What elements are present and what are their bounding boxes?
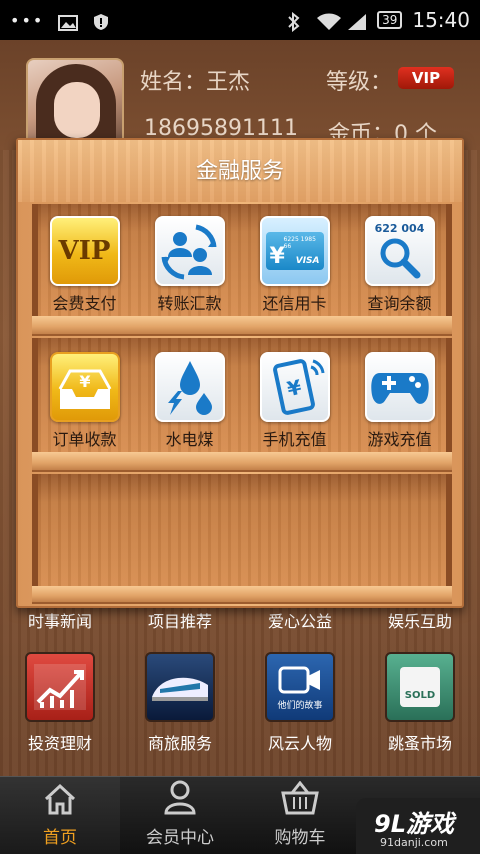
transfer-icon — [154, 216, 225, 286]
home-icon — [42, 783, 78, 819]
shelf-board-1 — [32, 316, 452, 336]
finance-services-popup: 金融服务 VIP 会费支付 转账汇款 ¥ 6225 1985 66 VISA 还… — [16, 138, 464, 608]
service-balance-inquiry[interactable]: 622 004 查询余额 — [347, 216, 452, 314]
image-icon — [58, 12, 79, 31]
watermark-url: 91danji.com — [380, 836, 448, 849]
svg-text:¥: ¥ — [79, 372, 90, 391]
gamepad-icon — [364, 352, 435, 422]
service-order-collection[interactable]: ¥ 订单收款 — [32, 352, 137, 450]
shelf-3 — [32, 474, 452, 588]
popup-title: 金融服务 — [18, 140, 462, 202]
search-digits: 622 004 — [374, 222, 425, 235]
card-brand: VISA — [295, 256, 320, 266]
service-label: 还信用卡 — [262, 294, 327, 313]
shelf-board-3 — [32, 586, 452, 604]
service-transfer[interactable]: 转账汇款 — [137, 216, 242, 314]
status-bar: ••• 39 15:40 — [0, 0, 480, 40]
service-label: 手机充值 — [262, 430, 327, 449]
shield-icon — [92, 12, 112, 30]
nav-member-center[interactable]: 会员中心 — [120, 777, 240, 854]
service-mobile-recharge[interactable]: ¥ 手机充值 — [242, 352, 347, 450]
utilities-icon — [154, 352, 225, 422]
card-number: 6225 1985 66 — [283, 236, 316, 250]
service-label: 订单收款 — [52, 430, 117, 449]
vip-icon: VIP — [49, 216, 120, 286]
bluetooth-icon — [287, 11, 307, 33]
credit-card-icon: ¥ 6225 1985 66 VISA — [259, 216, 330, 286]
service-membership-payment[interactable]: VIP 会费支付 — [32, 216, 137, 314]
nav-home[interactable]: 首页 — [0, 777, 120, 854]
shelf-board-2 — [32, 452, 452, 472]
wifi-icon — [317, 12, 342, 30]
nav-label: 首页 — [43, 828, 77, 848]
service-credit-card[interactable]: ¥ 6225 1985 66 VISA 还信用卡 — [242, 216, 347, 314]
service-label: 游戏充值 — [367, 430, 432, 449]
service-game-recharge[interactable]: 游戏充值 — [347, 352, 452, 450]
battery-indicator: 39 — [377, 11, 403, 29]
service-utilities[interactable]: 水电煤 — [137, 352, 242, 450]
vip-icon-text: VIP — [58, 236, 111, 266]
service-row-2: ¥ 订单收款 水电煤 ¥ 手机充值 游戏充值 — [32, 352, 452, 450]
svg-text:¥: ¥ — [284, 375, 303, 401]
user-icon — [162, 779, 198, 819]
watermark-logo: 9L游戏 — [374, 810, 454, 838]
signal-icon — [347, 12, 367, 30]
notification-dots: ••• — [10, 10, 45, 30]
service-row-1: VIP 会费支付 转账汇款 ¥ 6225 1985 66 VISA 还信用卡 6… — [32, 216, 452, 314]
service-label: 转账汇款 — [157, 294, 222, 313]
nav-label: 会员中心 — [146, 828, 214, 848]
basket-icon — [280, 780, 320, 819]
service-label: 会费支付 — [52, 294, 117, 313]
balance-search-icon: 622 004 — [364, 216, 435, 286]
service-label: 查询余额 — [367, 294, 432, 313]
order-inbox-icon: ¥ — [49, 352, 120, 422]
service-label: 水电煤 — [165, 430, 214, 449]
mobile-recharge-icon: ¥ — [259, 352, 330, 422]
clock: 15:40 — [412, 8, 470, 32]
nav-label: 购物车 — [274, 828, 326, 848]
nav-cart[interactable]: 购物车 — [240, 777, 360, 854]
